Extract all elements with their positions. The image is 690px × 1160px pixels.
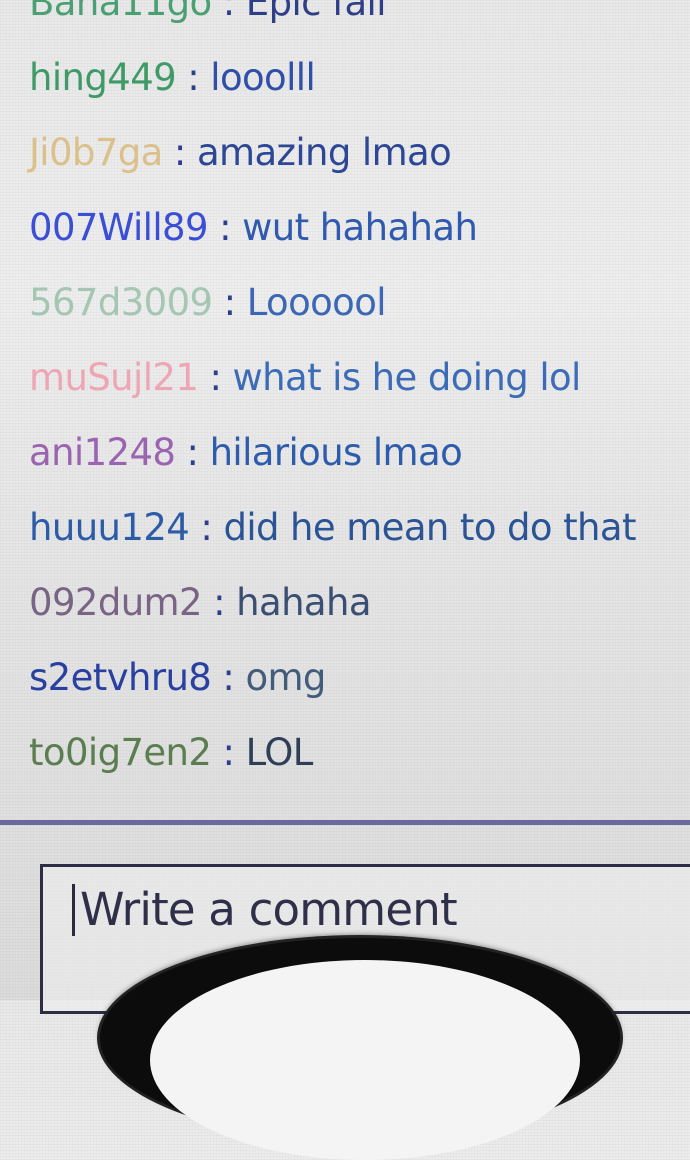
chat-separator: : (211, 656, 246, 699)
comment-placeholder[interactable]: Write a comment (80, 882, 458, 938)
chat-message: 007Will89 : wut hahahah (29, 206, 478, 250)
chat-username[interactable]: huuu124 (29, 506, 190, 549)
chat-message-text: amazing lmao (196, 131, 452, 174)
chat-separator: : (175, 431, 210, 474)
chat-message-text: Epic fail (245, 0, 387, 24)
chat-separator: : (176, 56, 211, 99)
chat-message: muSujl21 : what is he doing lol (29, 356, 581, 400)
chat-message: ani1248 : hilarious lmao (29, 431, 463, 475)
chat-message-text: hahaha (236, 581, 371, 624)
chat-separator: : (198, 356, 233, 399)
chat-message-text: looolll (210, 56, 316, 99)
chat-username[interactable]: Baha11go (29, 0, 212, 24)
chat-separator: : (211, 0, 246, 24)
chat-divider (0, 820, 690, 825)
chat-separator: : (207, 206, 243, 249)
chat-message: to0ig7en2 : LOL (29, 731, 313, 775)
chat-message: huuu124 : did he mean to do that (29, 506, 636, 550)
chat-message-text: LOL (245, 731, 314, 774)
chat-message: Baha11go : Epic fail (29, 0, 387, 25)
chat-message-text: did he mean to do that (223, 506, 636, 549)
chat-message: s2etvhru8 : omg (29, 656, 326, 700)
chat-username[interactable]: 567d3009 (29, 281, 213, 324)
eye-white (150, 960, 580, 1160)
chat-username[interactable]: muSujl21 (29, 356, 199, 399)
chat-username[interactable]: s2etvhru8 (29, 656, 212, 699)
chat-separator: : (211, 731, 246, 774)
chat-separator: : (201, 581, 237, 624)
chat-message: 567d3009 : Loooool (29, 281, 387, 325)
chat-separator: : (189, 506, 224, 549)
chat-message-text: omg (245, 656, 326, 699)
text-cursor (72, 884, 75, 936)
chat-message: Ji0b7ga : amazing lmao (29, 131, 452, 175)
chat-message-text: hilarious lmao (209, 431, 463, 474)
chat-username[interactable]: to0ig7en2 (29, 731, 212, 774)
chat-username[interactable]: 007Will89 (29, 206, 209, 249)
chat-username[interactable]: hing449 (29, 56, 177, 99)
chat-message-text: wut hahahah (242, 206, 478, 249)
chat-separator: : (212, 281, 247, 324)
chat-message-text: Loooool (246, 281, 387, 324)
chat-message-list: Baha11go : Epic fail hing449 : looolll Ji0… (0, 0, 690, 820)
chat-message: hing449 : looolll (29, 56, 316, 100)
chat-message-text: what is he doing lol (232, 356, 581, 399)
chat-separator: : (162, 131, 197, 174)
chat-username[interactable]: 092dum2 (29, 581, 203, 624)
chat-username[interactable]: Ji0b7ga (29, 131, 163, 174)
chat-username[interactable]: ani1248 (29, 431, 176, 474)
chat-message: 092dum2 : hahaha (29, 581, 372, 625)
